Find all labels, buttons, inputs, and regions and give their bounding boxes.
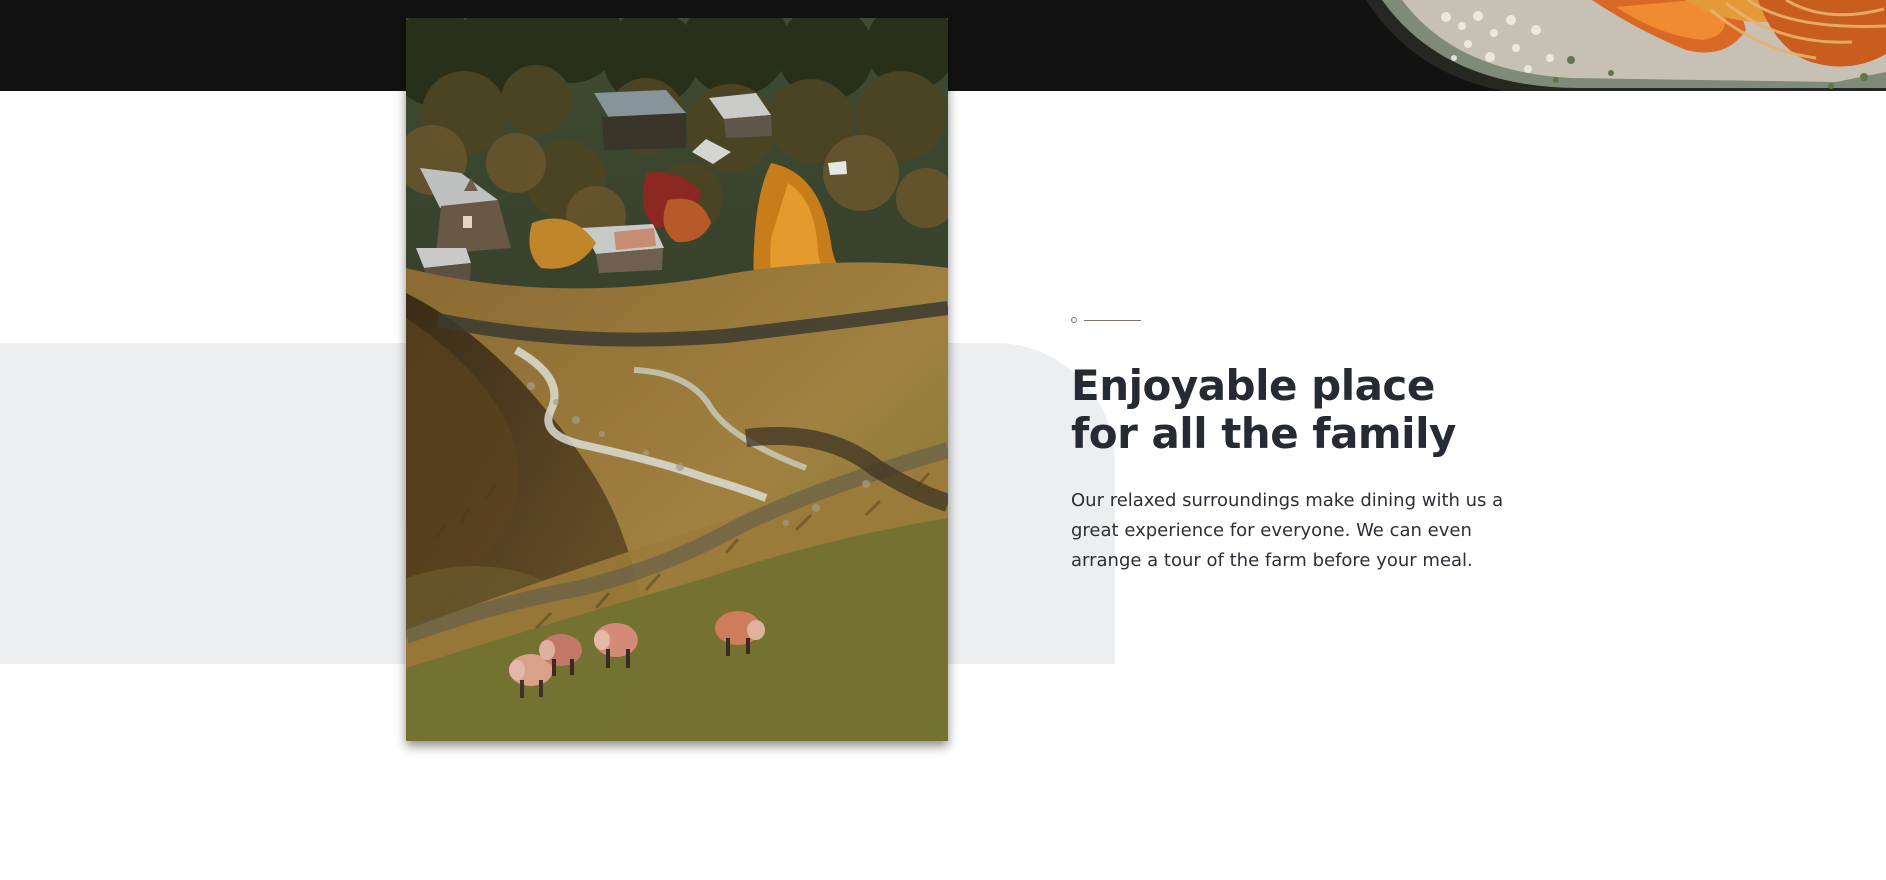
- divider-rule: [1084, 319, 1141, 321]
- divider-circle-icon: [1071, 317, 1077, 323]
- page: Enjoyable place for all the family Our r…: [0, 0, 1886, 880]
- section-divider: [1071, 312, 1161, 328]
- family-content: Enjoyable place for all the family Our r…: [1071, 312, 1531, 576]
- seafood-pasta-illustration: [1366, 0, 1886, 91]
- valley-landscape-illustration: [406, 18, 948, 741]
- section-headline: Enjoyable place for all the family: [1071, 361, 1456, 458]
- seafood-pasta-photo: [1366, 0, 1886, 91]
- section-description: Our relaxed surroundings make dining wit…: [1071, 490, 1504, 571]
- countryside-valley-photo: [406, 18, 948, 741]
